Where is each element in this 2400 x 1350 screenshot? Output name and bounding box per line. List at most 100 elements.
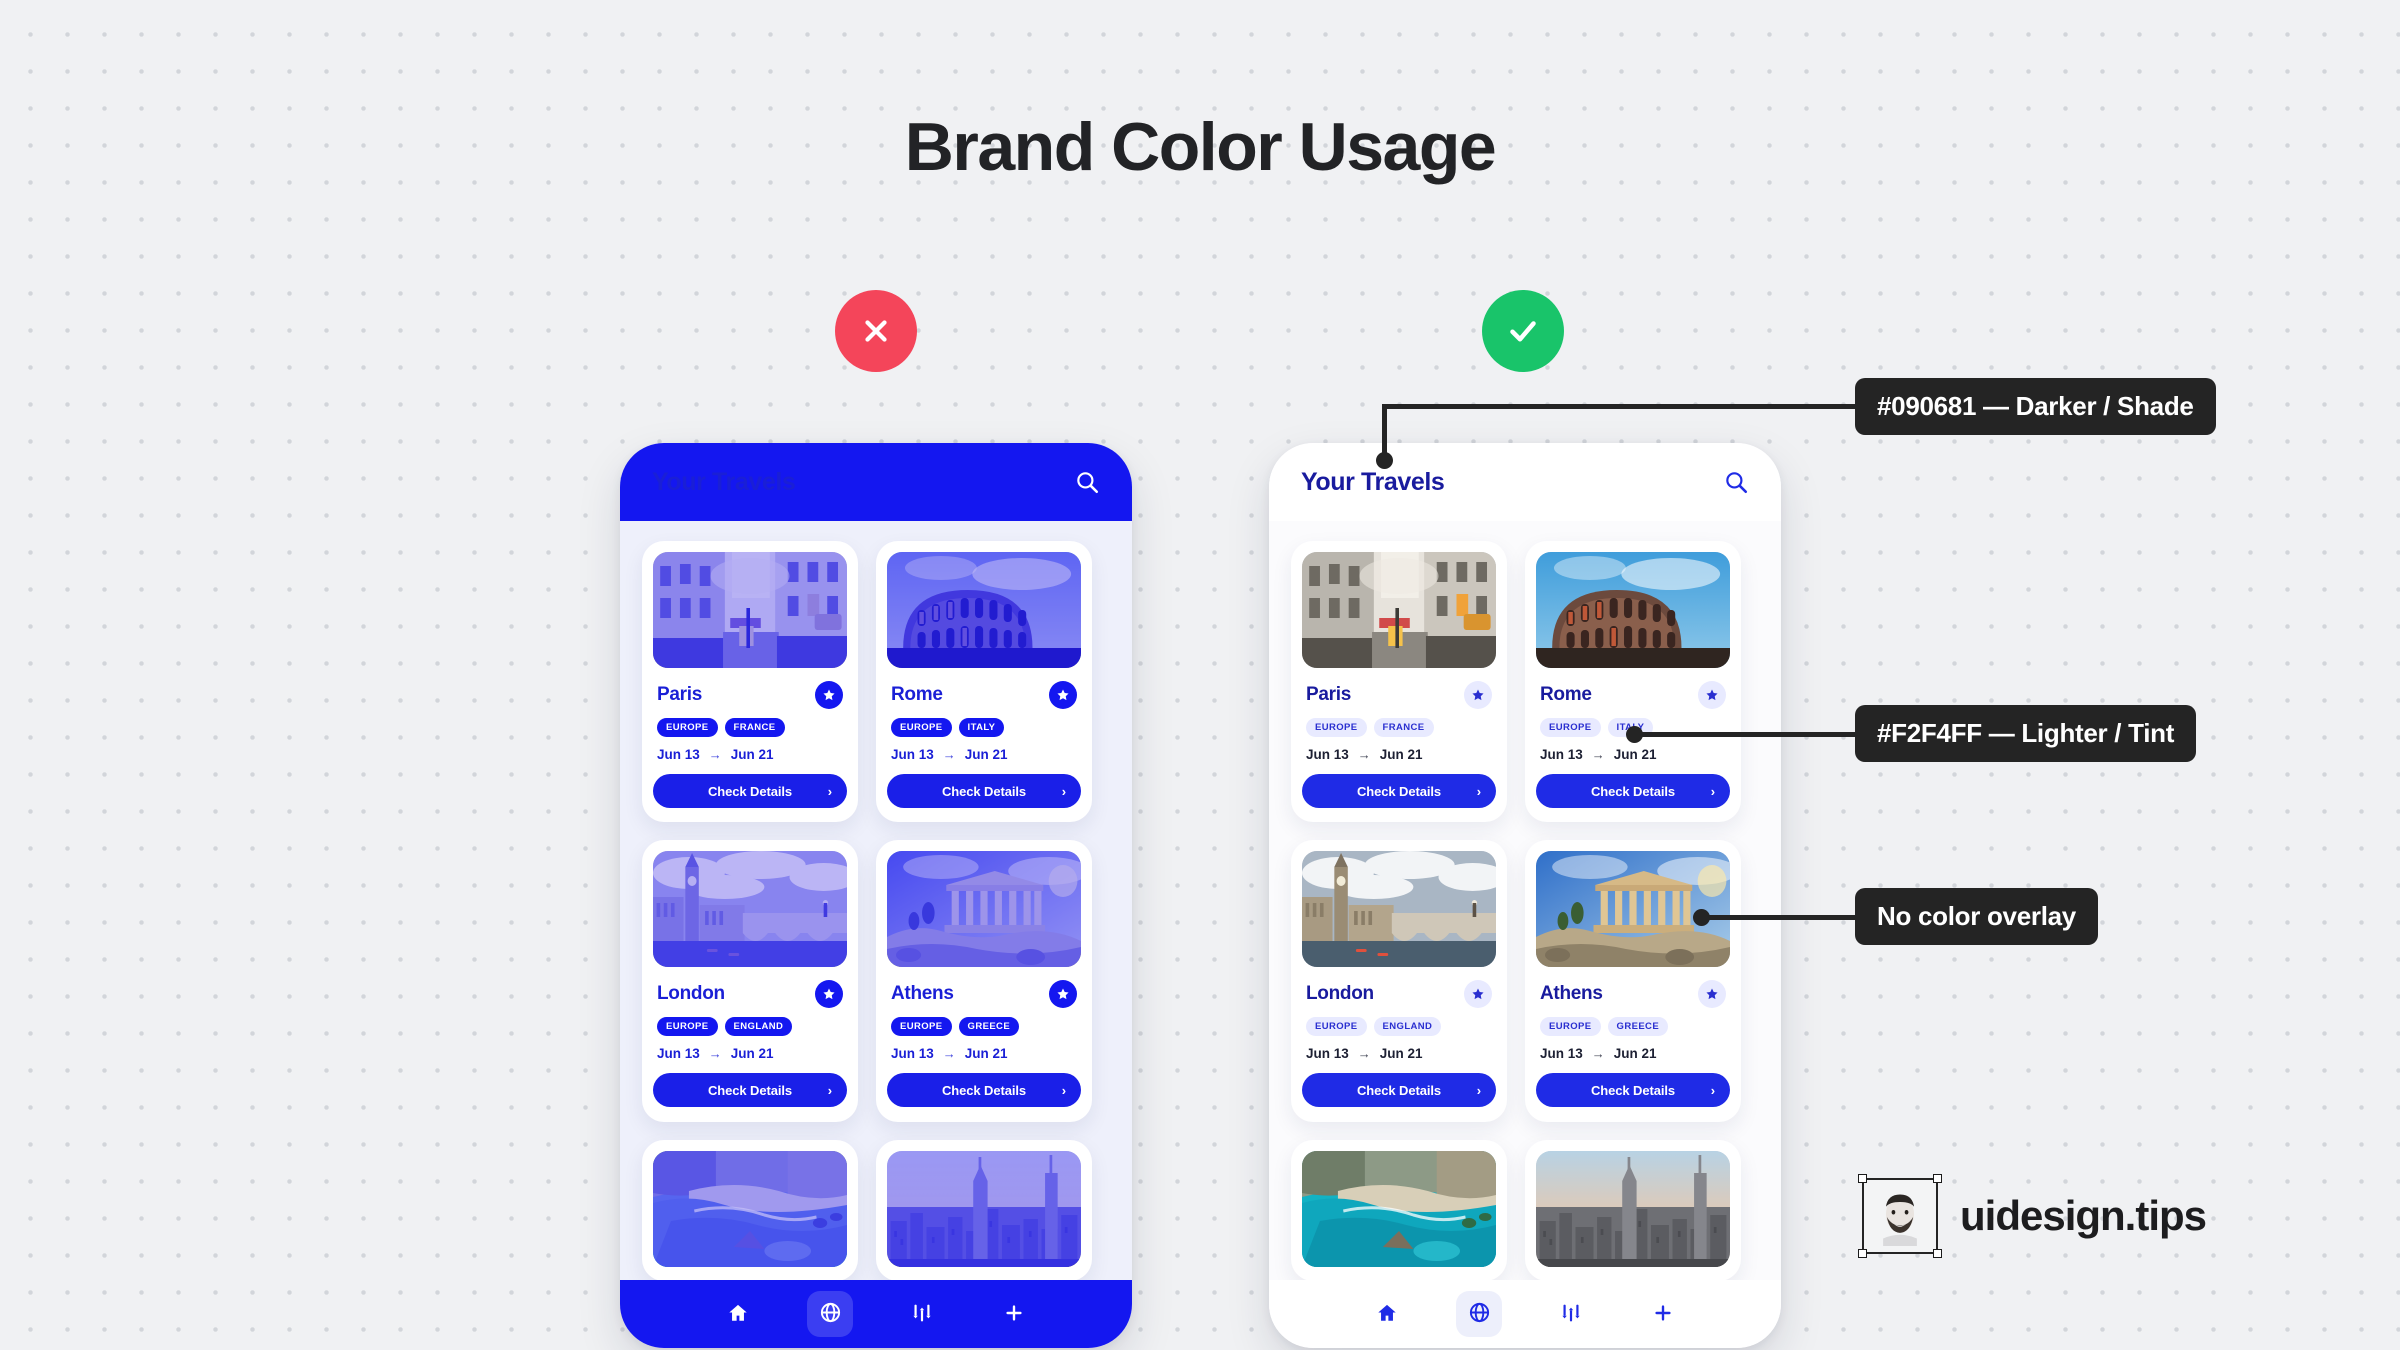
check-details-button[interactable]: Check Details ›: [887, 774, 1081, 808]
selection-handle-tl: [1858, 1174, 1867, 1183]
check-details-label: Check Details: [1591, 783, 1675, 799]
date-from: Jun 13: [1306, 1046, 1349, 1062]
card-tags: EUROPE ITALY: [887, 718, 1081, 737]
card-heading-row: Rome: [1536, 681, 1730, 709]
favorite-star-button[interactable]: [1464, 980, 1492, 1009]
card-tag-0: EUROPE: [1540, 1017, 1601, 1037]
selection-handle-tr: [1933, 1174, 1942, 1183]
star-icon: [1057, 988, 1069, 1000]
destination-card[interactable]: Paris EUROPE FRANCE Jun 13 → Jun 21 Check…: [642, 541, 858, 823]
check-details-button[interactable]: Check Details ›: [1302, 774, 1496, 808]
check-details-button[interactable]: Check Details ›: [653, 774, 847, 808]
arrow-icon: →: [1591, 1046, 1605, 1062]
favorite-star-button[interactable]: [1698, 980, 1726, 1009]
chevron-right-icon: ›: [1710, 783, 1715, 799]
card-title: Rome: [891, 684, 943, 705]
home-icon: [1376, 1302, 1398, 1327]
favorite-star-button[interactable]: [815, 980, 843, 1009]
check-details-button[interactable]: Check Details ›: [1536, 1073, 1730, 1108]
search-icon[interactable]: [1074, 469, 1100, 495]
check-icon: [1510, 321, 1536, 342]
card-tags: EUROPE FRANCE: [1302, 718, 1496, 737]
card-image-london-bigben: [653, 851, 847, 968]
card-tag-1: FRANCE: [724, 718, 785, 737]
check-details-button[interactable]: Check Details ›: [1302, 1073, 1496, 1108]
nav-sliders[interactable]: [1548, 1291, 1594, 1337]
favorite-star-button[interactable]: [1698, 681, 1726, 709]
card-tag-0: EUROPE: [657, 1017, 718, 1037]
destination-card[interactable]: Rome EUROPEITALY Jun 13 → Jun 21 Check D…: [1525, 541, 1741, 823]
card-tag-0: EUROPE: [1306, 718, 1367, 737]
search-icon[interactable]: [1723, 469, 1749, 495]
bottom-nav-bad[interactable]: [620, 1280, 1132, 1348]
card-tag-0: EUROPE: [1306, 1017, 1367, 1037]
chevron-right-icon: ›: [827, 1082, 832, 1098]
destination-card[interactable]: [1291, 1139, 1507, 1281]
star-icon: [823, 988, 835, 1000]
card-image-rome-colosseum: [1536, 552, 1730, 668]
destination-card[interactable]: London EUROPE ENGLAND Jun 13 → Jun 21 Che…: [642, 840, 858, 1122]
card-image-rome-colosseum: [887, 552, 1081, 668]
check-details-button[interactable]: Check Details ›: [653, 1073, 847, 1108]
check-details-label: Check Details: [1357, 1082, 1441, 1098]
card-grid-bad[interactable]: Paris EUROPE FRANCE Jun 13 → Jun 21 Check…: [620, 521, 1132, 1281]
nav-home[interactable]: [1364, 1291, 1410, 1337]
check-details-label: Check Details: [942, 783, 1026, 799]
star-icon: [1472, 988, 1484, 1000]
date-to: Jun 21: [964, 1046, 1008, 1062]
date-to: Jun 21: [1379, 1046, 1423, 1062]
leader-line-shade-h: [1382, 404, 1856, 409]
card-image-beach-cove: [653, 1150, 847, 1267]
destination-card[interactable]: [876, 1139, 1092, 1281]
chevron-right-icon: ›: [1476, 783, 1481, 799]
destination-card[interactable]: London EUROPE ENGLAND Jun 13 → Jun 21 Che…: [1291, 840, 1507, 1122]
destination-card[interactable]: [1525, 1139, 1741, 1281]
chevron-right-icon: ›: [1061, 1082, 1066, 1098]
card-grid-good[interactable]: Paris EUROPE FRANCE Jun 13 → Jun 21 Check…: [1269, 521, 1781, 1281]
card-image-athens-parthenon: [887, 851, 1081, 968]
card-tags: EUROPE ENGLAND: [1302, 1017, 1496, 1037]
nav-plus[interactable]: [1640, 1291, 1686, 1337]
destination-card[interactable]: Paris EUROPE FRANCE Jun 13 → Jun 21 Check…: [1291, 541, 1507, 823]
card-heading-row: Athens: [1536, 980, 1730, 1009]
check-details-label: Check Details: [1357, 783, 1441, 799]
nav-globe[interactable]: [807, 1291, 853, 1337]
bottom-nav-good[interactable]: [1269, 1280, 1781, 1348]
watermark-text: uidesign.tips: [1960, 1192, 2207, 1239]
star-icon: [1706, 988, 1718, 1000]
nav-sliders[interactable]: [899, 1291, 945, 1337]
destination-card[interactable]: Athens EUROPE GREECE Jun 13 → Jun 21 Chec…: [1525, 840, 1741, 1122]
star-icon: [1057, 689, 1069, 701]
arrow-icon: →: [1357, 1046, 1371, 1062]
favorite-star-button[interactable]: [815, 681, 843, 709]
nav-plus[interactable]: [991, 1291, 1037, 1337]
destination-card[interactable]: Rome EUROPEITALY Jun 13 → Jun 21 Check D…: [876, 541, 1092, 823]
leader-dot-shade: [1376, 452, 1393, 469]
date-from: Jun 13: [891, 747, 934, 762]
check-details-button[interactable]: Check Details ›: [887, 1073, 1081, 1108]
arrow-icon: →: [942, 1046, 956, 1062]
card-dates: Jun 13 → Jun 21: [653, 1046, 847, 1061]
date-from: Jun 13: [657, 1046, 700, 1062]
card-dates: Jun 13 → Jun 21: [887, 1046, 1081, 1061]
destination-card[interactable]: [642, 1139, 858, 1281]
card-heading-row: Paris: [1302, 681, 1496, 709]
nav-globe[interactable]: [1456, 1291, 1502, 1337]
check-details-button[interactable]: Check Details ›: [1536, 774, 1730, 808]
date-from: Jun 13: [891, 1046, 934, 1062]
favorite-star-button[interactable]: [1049, 980, 1077, 1009]
nav-home[interactable]: [715, 1291, 761, 1337]
leader-line-tint: [1633, 732, 1855, 737]
check-details-label: Check Details: [708, 1082, 792, 1098]
destination-card[interactable]: Athens EUROPE GREECE Jun 13 → Jun 21 Chec…: [876, 840, 1092, 1122]
card-title: Paris: [1306, 684, 1351, 705]
favorite-star-button[interactable]: [1464, 681, 1492, 709]
card-dates: Jun 13 → Jun 21: [1302, 747, 1496, 762]
card-dates: Jun 13 → Jun 21: [1536, 1046, 1730, 1061]
chevron-right-icon: ›: [1061, 783, 1066, 799]
favorite-star-button[interactable]: [1049, 681, 1077, 709]
card-heading-row: London: [653, 980, 847, 1009]
card-image-nyc-skyline: [887, 1150, 1081, 1267]
date-from: Jun 13: [657, 747, 700, 762]
card-tag-1: GREECE: [958, 1017, 1020, 1037]
